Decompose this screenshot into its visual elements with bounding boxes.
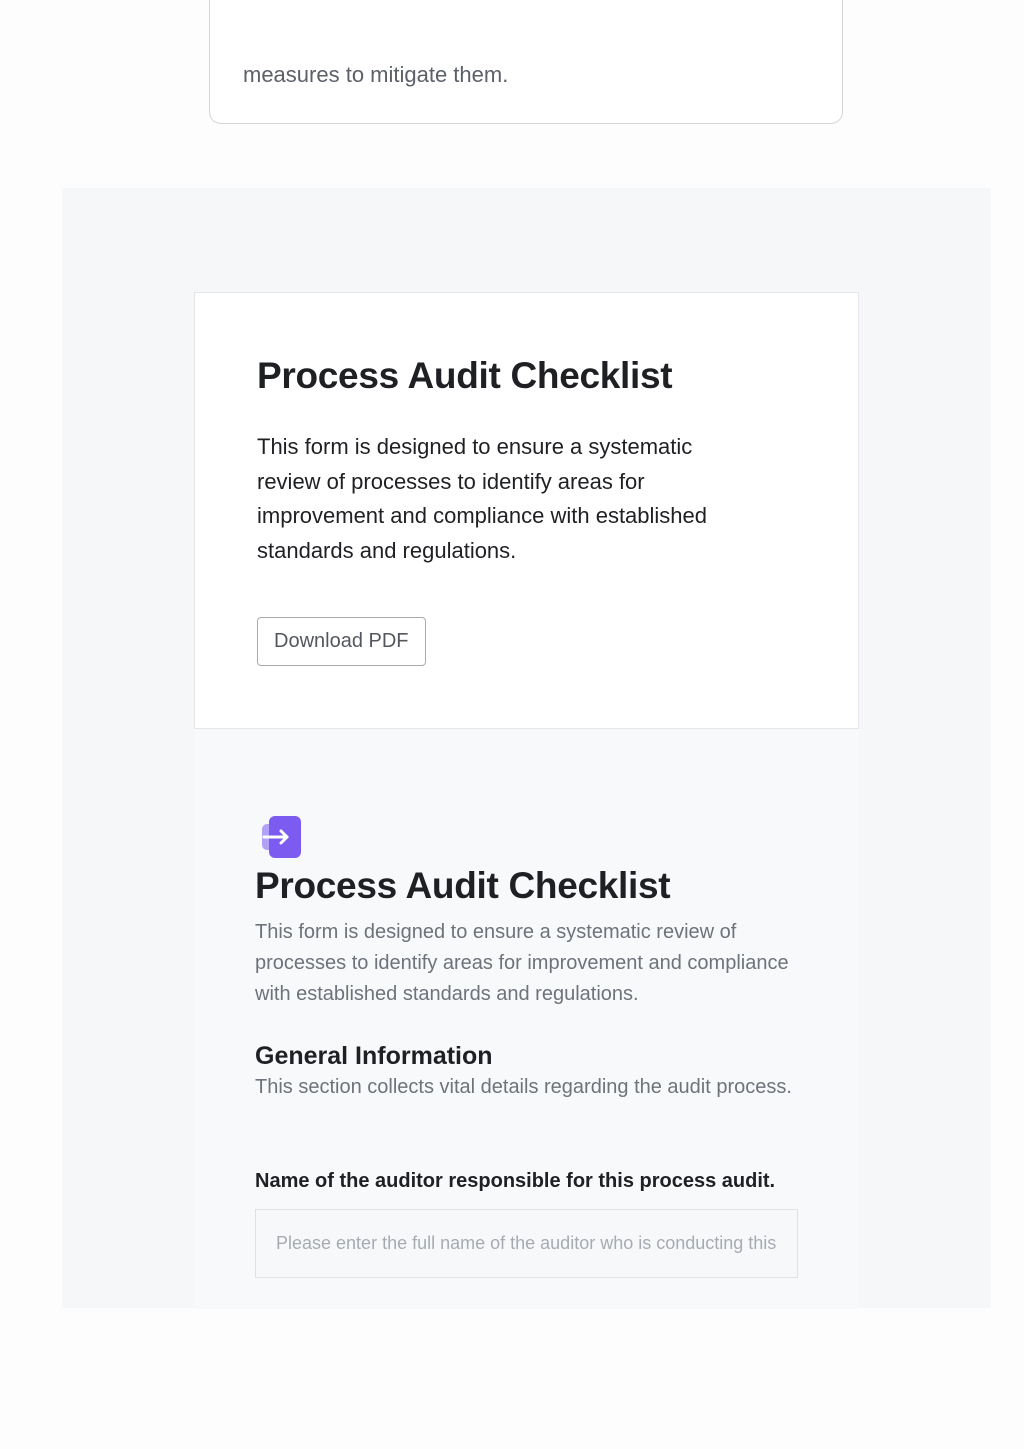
- page-title: Process Audit Checklist: [257, 355, 673, 396]
- form-header-card: Process Audit Checklist This form is des…: [194, 292, 859, 729]
- page-description: This form is designed to ensure a system…: [257, 434, 708, 563]
- form-body: Process Audit Checklist This form is des…: [194, 729, 859, 1309]
- form-description: This form is designed to ensure a system…: [255, 921, 789, 1005]
- arrow-right-icon: [261, 816, 301, 858]
- download-pdf-button[interactable]: Download PDF: [257, 617, 426, 666]
- auditor-name-label: Name of the auditor responsible for this…: [255, 1170, 776, 1192]
- section-title: General Information: [255, 1042, 493, 1070]
- section-description: This section collects vital details rega…: [255, 1076, 792, 1098]
- previous-question-card: measures to mitigate them.: [209, 0, 843, 124]
- previous-question-text: measures to mitigate them.: [243, 62, 509, 87]
- auditor-name-input[interactable]: [255, 1209, 798, 1278]
- form-title: Process Audit Checklist: [255, 865, 671, 906]
